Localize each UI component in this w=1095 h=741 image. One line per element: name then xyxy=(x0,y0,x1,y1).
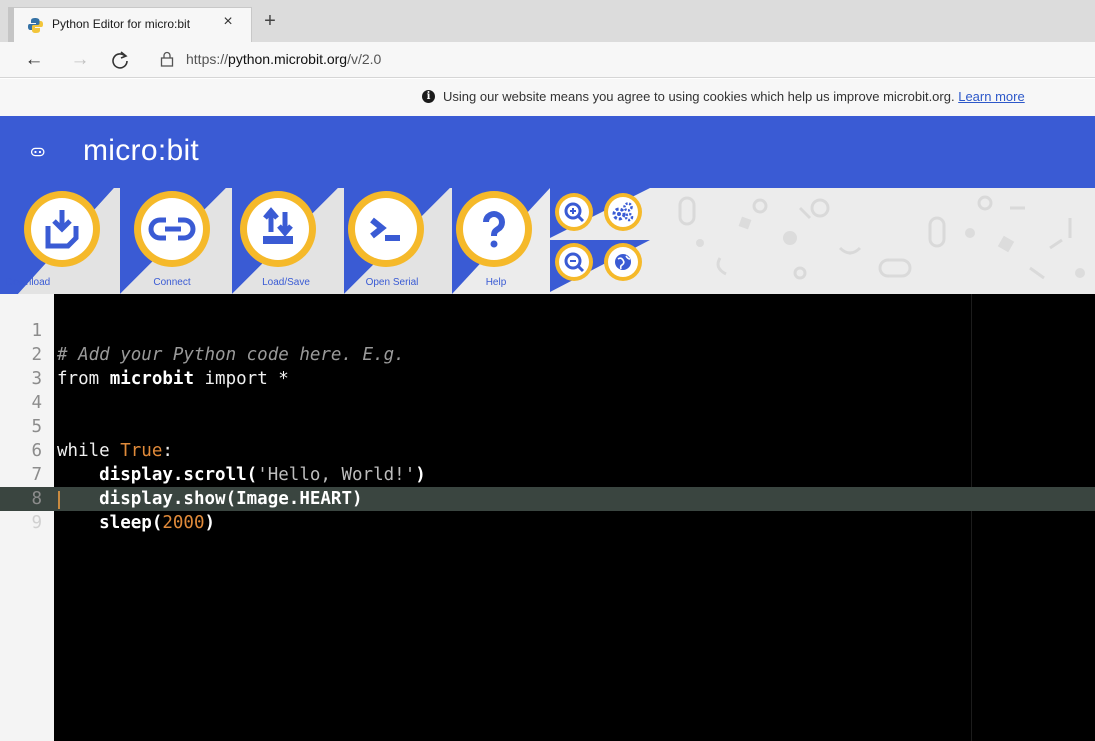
code-line[interactable]: 4 xyxy=(0,367,1095,413)
code-line[interactable]: 8 sleep(2000) xyxy=(0,463,1095,533)
cookie-text: Using our website means you agree to usi… xyxy=(443,89,1025,104)
globe-icon xyxy=(615,254,631,270)
help-label: Help xyxy=(485,277,507,288)
load-save-button[interactable]: Load/Save xyxy=(218,188,324,294)
connect-icon xyxy=(148,217,196,241)
load-save-icon xyxy=(263,207,293,244)
code-line[interactable]: 2 from microbit import * xyxy=(0,319,1095,389)
download-button[interactable]: Download xyxy=(2,188,108,294)
url-field[interactable]: https://python.microbit.org/v/2.0 xyxy=(186,51,381,67)
zoom-in-button[interactable] xyxy=(555,193,593,231)
code-line[interactable]: 7 display.show(Image.HEART) xyxy=(0,439,1095,509)
language-button[interactable] xyxy=(604,243,642,281)
tab-close-button[interactable]: × xyxy=(218,12,238,32)
cookie-notice: i Using our website means you agree to u… xyxy=(0,79,1095,116)
code-line-active[interactable]: 9 xyxy=(0,487,54,533)
learn-more-link[interactable]: Learn more xyxy=(958,89,1024,104)
code-line[interactable]: 1 # Add your Python code here. E.g. xyxy=(0,295,1095,365)
browser-tab-bar: Python Editor for micro:bit × + xyxy=(0,0,1095,42)
line-code: display.show(Image.HEART) xyxy=(57,487,363,511)
help-icon xyxy=(483,211,505,248)
code-line[interactable]: 5 while True: xyxy=(0,391,1095,461)
python-favicon-icon xyxy=(28,18,43,33)
line-number: 9 xyxy=(31,513,42,533)
zoom-in-icon xyxy=(564,202,585,223)
open-serial-label: Open Serial xyxy=(365,277,419,288)
code-editor[interactable]: 1 # Add your Python code here. E.g. 2 fr… xyxy=(0,294,1095,741)
call-token: sleep( xyxy=(57,513,163,533)
url-host: python.microbit.org xyxy=(228,51,348,67)
open-serial-button[interactable]: Open Serial xyxy=(326,188,432,294)
new-tab-button[interactable]: + xyxy=(258,10,282,34)
code-line[interactable]: 3 xyxy=(0,343,1095,389)
download-label: Download xyxy=(5,277,51,288)
zoom-out-icon xyxy=(564,252,585,273)
cookie-message: Using our website means you agree to usi… xyxy=(443,89,955,104)
info-icon: i xyxy=(422,90,435,103)
microbit-logo-icon[interactable] xyxy=(31,135,83,169)
connect-label: Connect xyxy=(153,277,191,288)
tab-title: Python Editor for micro:bit xyxy=(52,17,191,31)
settings-icon xyxy=(612,202,634,222)
forward-arrow-icon[interactable]: → xyxy=(68,48,92,72)
url-path: /v/2.0 xyxy=(347,51,382,67)
reload-icon[interactable] xyxy=(108,48,132,72)
text-cursor xyxy=(58,491,60,509)
help-button[interactable]: Help xyxy=(434,188,540,294)
address-bar: ← → https://python.microbit.org/v/2.0 xyxy=(0,42,1095,78)
download-icon xyxy=(45,210,79,249)
connect-button[interactable]: Connect xyxy=(112,188,218,294)
settings-button[interactable] xyxy=(604,193,642,231)
zoom-out-button[interactable] xyxy=(555,243,593,281)
serial-terminal-icon xyxy=(370,217,400,241)
number-token: 2000 xyxy=(162,513,205,533)
logo-text: micro:bit xyxy=(83,134,200,167)
call-token: display.show(Image.HEART) xyxy=(57,489,363,509)
tab-accent xyxy=(8,7,14,42)
load-save-label: Load/Save xyxy=(262,277,310,288)
lock-icon[interactable] xyxy=(160,51,174,67)
punct-token: ) xyxy=(204,513,216,533)
back-arrow-icon[interactable]: ← xyxy=(22,48,46,72)
code-line[interactable]: 6 display.scroll('Hello, World!') xyxy=(0,415,1095,485)
line-code: sleep(2000) xyxy=(57,511,215,535)
url-prefix: https:// xyxy=(186,51,229,67)
